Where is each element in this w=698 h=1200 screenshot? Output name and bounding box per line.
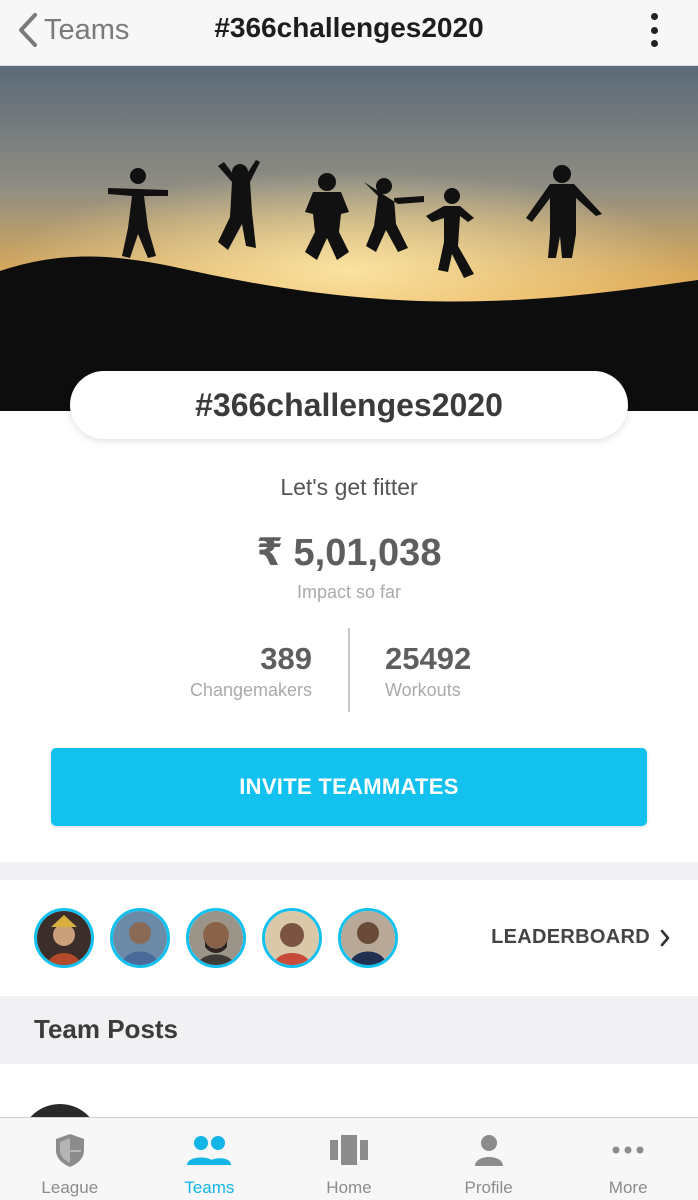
avatar[interactable] [338, 908, 398, 968]
overflow-menu-icon[interactable] [648, 13, 660, 47]
tab-more[interactable]: More [558, 1118, 698, 1200]
impact-label: Impact so far [296, 582, 402, 602]
tab-teams[interactable]: Teams [140, 1118, 280, 1200]
workouts-count: 25492 [385, 641, 472, 676]
changemakers-count: 389 [260, 641, 312, 676]
tab-profile-label: Profile [464, 1178, 513, 1197]
team-cover-image [0, 66, 698, 411]
changemakers-stat: 389 Changemakers [190, 640, 312, 701]
team-posts-header: Team Posts [0, 996, 698, 1064]
people-icon [187, 1136, 232, 1165]
bottom-tab-bar: League Teams Home Profile More [0, 1117, 698, 1200]
tab-league[interactable]: League [0, 1118, 140, 1200]
back-label: Teams [44, 13, 130, 46]
more-dots-icon [612, 1146, 644, 1154]
team-name-pill: #366challenges2020 [70, 371, 628, 439]
workouts-stat: 25492 Workouts [385, 640, 471, 701]
shield-icon [55, 1134, 84, 1167]
tab-home-label: Home [326, 1178, 372, 1197]
home-cards-icon [329, 1135, 368, 1165]
stats-divider [348, 628, 350, 712]
section-divider [0, 862, 698, 880]
chevron-right-icon [660, 929, 670, 946]
members-row: LEADERBOARD [0, 880, 698, 996]
invite-teammates-button[interactable]: INVITE TEAMMATES [51, 748, 647, 826]
tab-league-label: League [41, 1178, 99, 1197]
impact-value: ₹ 5,01,038 [256, 532, 442, 574]
back-button[interactable]: Teams [18, 10, 129, 50]
changemakers-label: Changemakers [189, 680, 312, 700]
avatar[interactable] [186, 908, 246, 968]
tab-home[interactable]: Home [279, 1118, 419, 1200]
tab-teams-label: Teams [184, 1178, 235, 1197]
team-tagline: Let's get fitter [280, 474, 418, 500]
tab-profile[interactable]: Profile [419, 1118, 559, 1200]
tab-more-label: More [608, 1178, 648, 1197]
avatar[interactable] [262, 908, 322, 968]
person-icon [474, 1135, 503, 1166]
top-nav-bar: Teams #366challenges2020 [0, 0, 698, 66]
chevron-left-icon [19, 13, 37, 47]
avatar[interactable] [34, 908, 94, 968]
workouts-label: Workouts [385, 680, 461, 700]
avatar[interactable] [110, 908, 170, 968]
team-posts-heading: Team Posts [34, 1014, 179, 1044]
leaderboard-label: LEADERBOARD [491, 926, 650, 948]
leaderboard-link[interactable]: LEADERBOARD [491, 926, 670, 949]
